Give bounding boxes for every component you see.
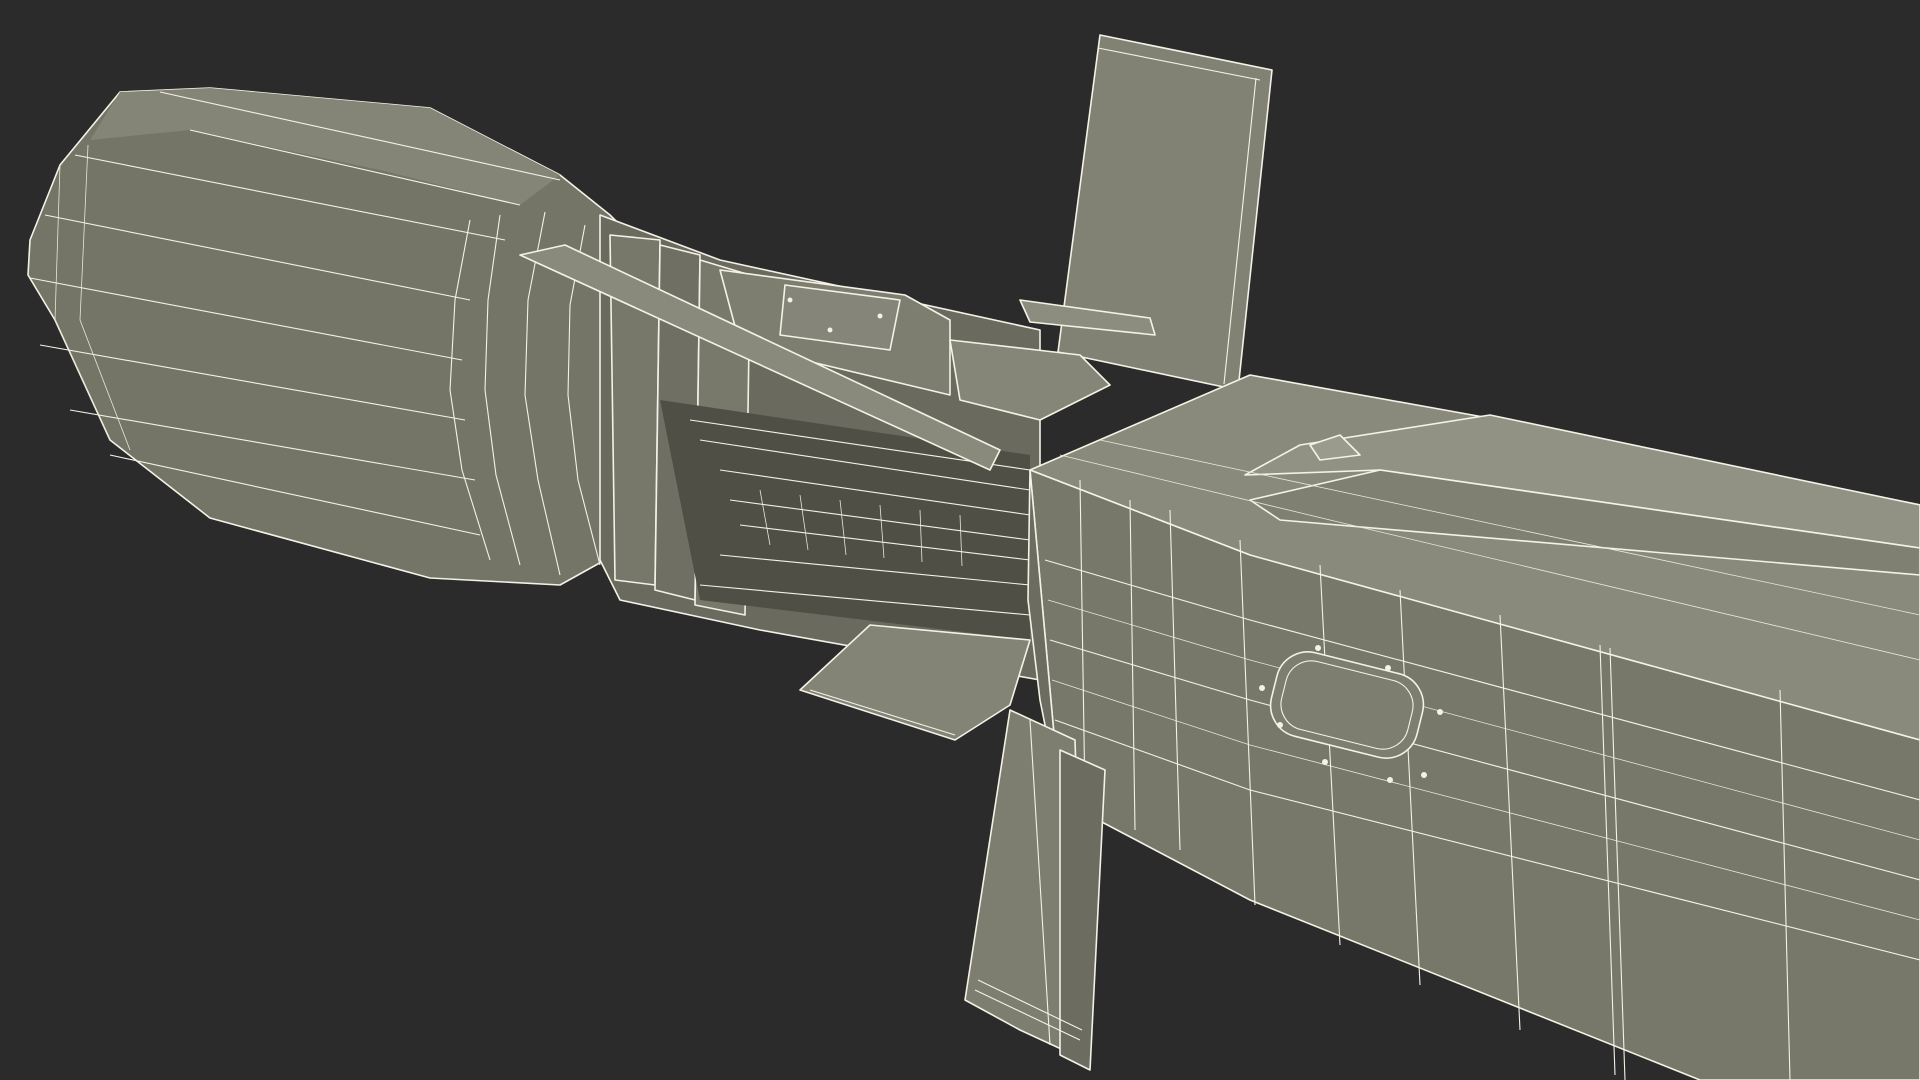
wireframe-render-canvas <box>0 0 1920 1080</box>
